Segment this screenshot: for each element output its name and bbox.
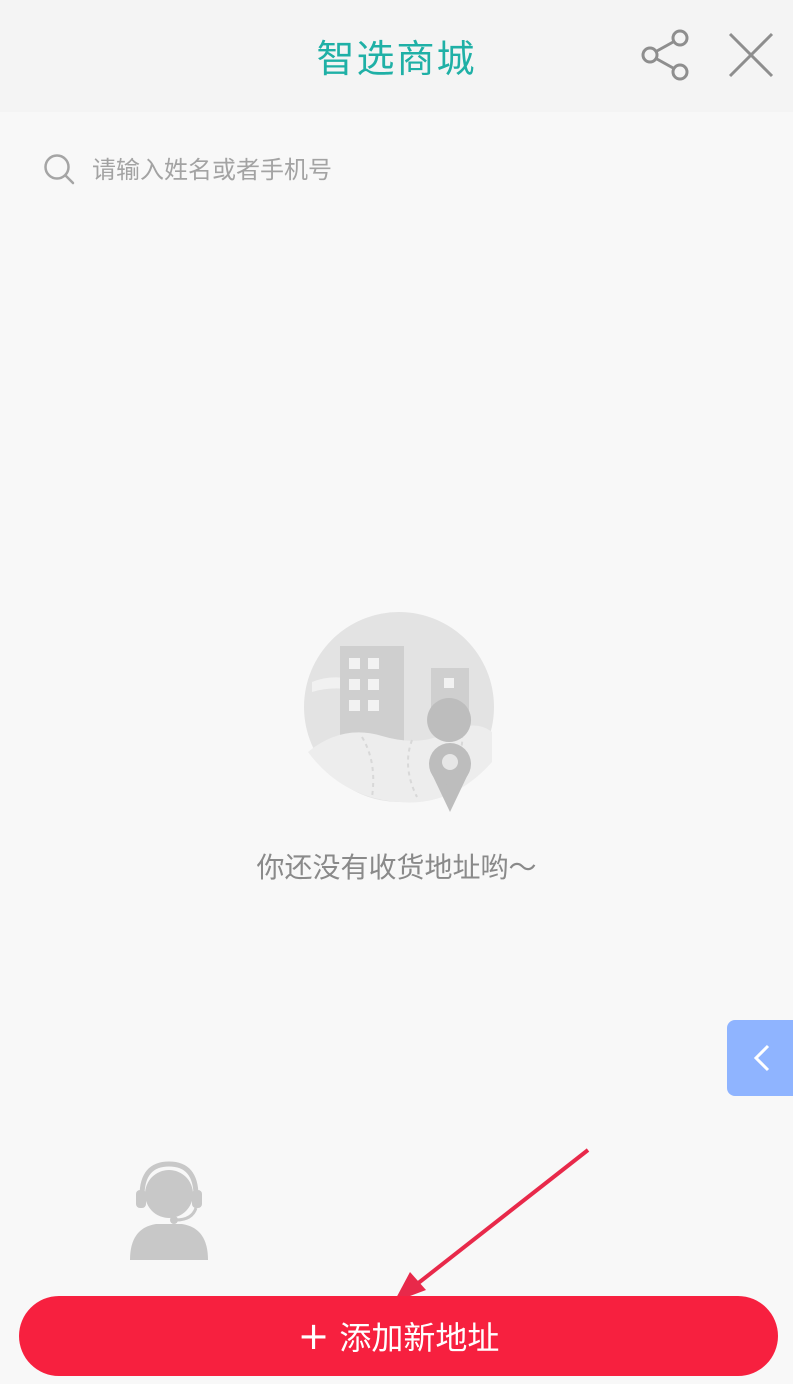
search-bar[interactable] (20, 132, 773, 206)
header-bar: 智选商城 (0, 0, 793, 112)
plus-icon: + (297, 1314, 330, 1358)
share-icon (641, 29, 689, 81)
close-button[interactable] (724, 28, 778, 82)
annotation-arrow (394, 1148, 590, 1302)
search-input[interactable] (90, 146, 734, 194)
chevron-left-icon (753, 1044, 770, 1072)
add-address-label: 添加新地址 (339, 1319, 500, 1357)
empty-state-message: 你还没有收货地址哟～ (256, 851, 537, 884)
side-collapse-tab[interactable] (727, 1020, 793, 1096)
search-icon (44, 154, 75, 185)
share-button[interactable] (636, 26, 694, 84)
empty-address-illustration (304, 612, 494, 812)
address-page: 智选商城 请输入姓名或者手机号 你还没有收货地址哟～ + 添加新地址 (0, 0, 793, 1384)
customer-service-avatar-icon[interactable] (126, 1156, 212, 1260)
close-icon (728, 32, 774, 78)
add-address-button[interactable]: + 添加新地址 (19, 1296, 778, 1376)
